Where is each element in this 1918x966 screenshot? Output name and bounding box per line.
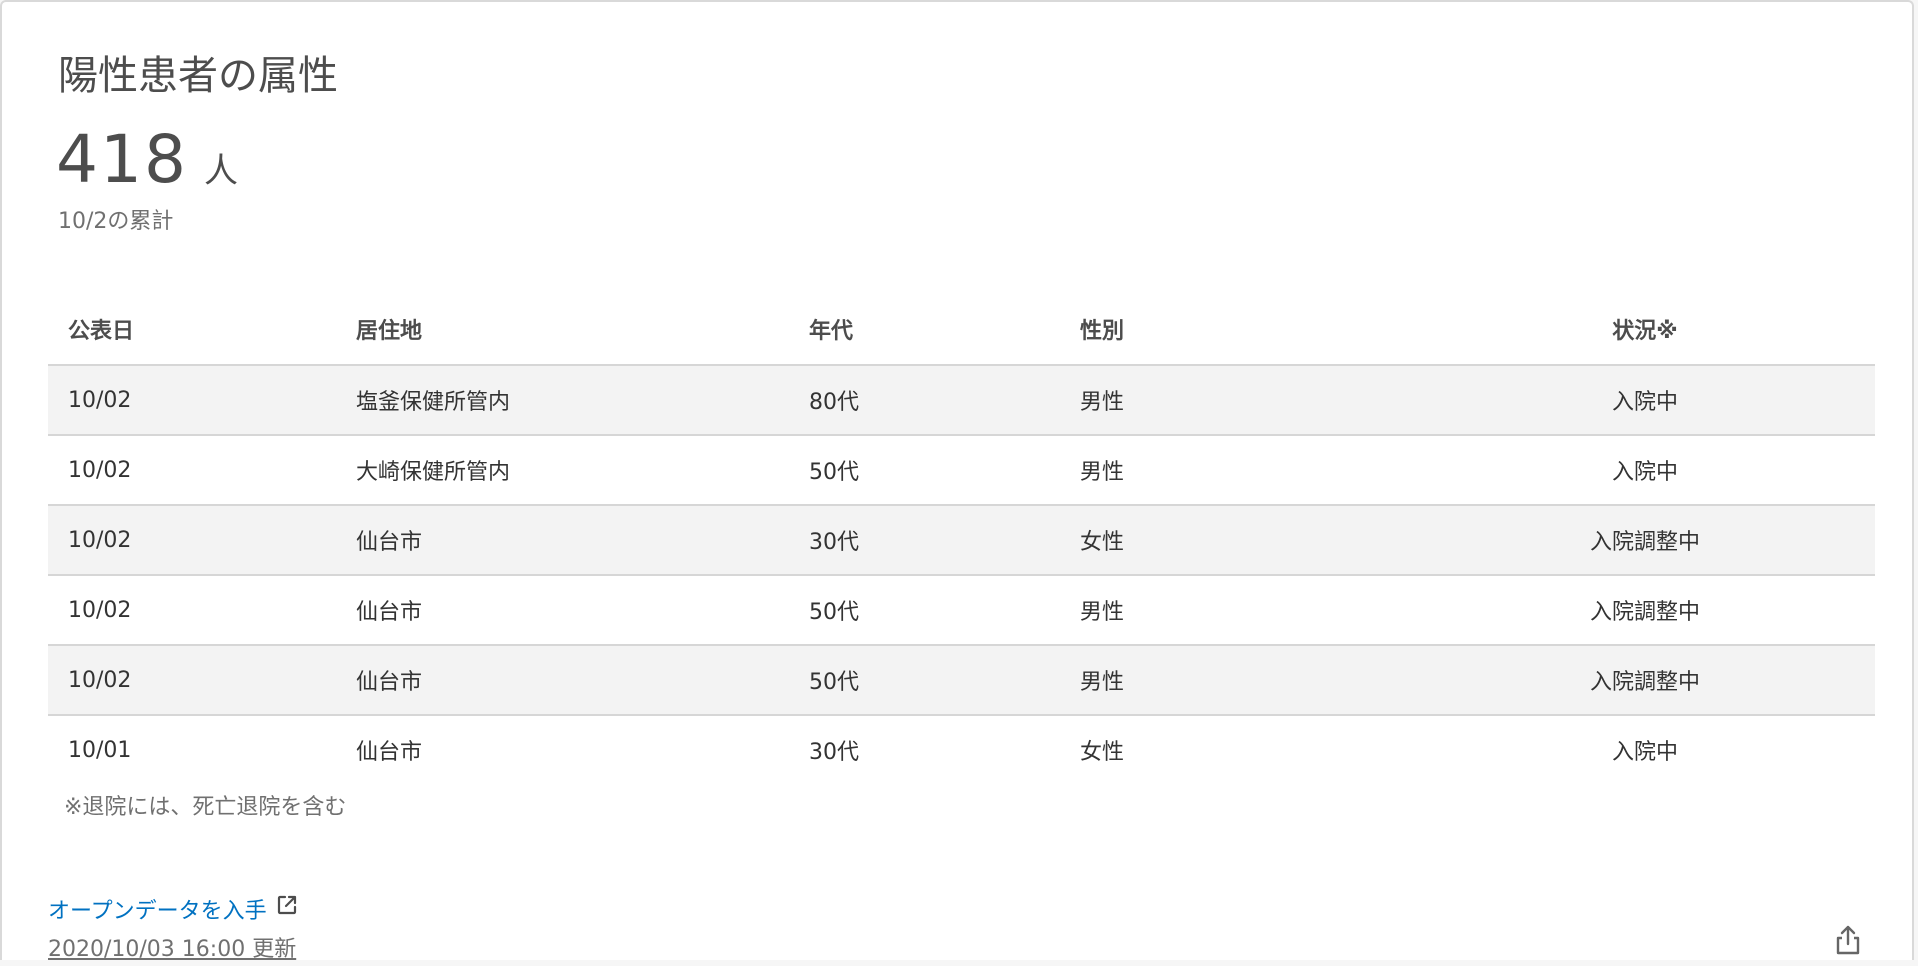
cell-status: 入院中	[1415, 365, 1875, 436]
cell-gender: 男性	[1080, 645, 1415, 716]
header-gender[interactable]: 性別	[1080, 294, 1415, 366]
card-title: 陽性患者の属性	[58, 53, 338, 99]
cell-residence: 仙台市	[356, 740, 423, 765]
header-date[interactable]: 公表日	[48, 294, 356, 366]
cell-status: 入院中	[1611, 740, 1678, 765]
total-count: 418 人	[56, 120, 238, 217]
header-residence[interactable]: 居住地	[356, 294, 809, 366]
cell-date: 10/01	[68, 737, 132, 763]
open-data-label: オープンデータを入手	[48, 899, 267, 924]
external-link-icon	[275, 893, 299, 927]
cell-status: 入院調整中	[1415, 505, 1875, 576]
table-header-row: 公表日 居住地 年代 性別 状況※	[48, 294, 1875, 366]
table-row: 10/01 仙台市 30代 女性 入院中	[48, 715, 1875, 784]
cell-residence: 塩釜保健所管内	[356, 365, 809, 436]
cell-gender: 女性	[1080, 505, 1415, 576]
cell-age: 50代	[809, 645, 1080, 716]
share-icon	[1833, 924, 1863, 960]
cell-age: 80代	[809, 365, 1080, 436]
total-date: 10/2の累計	[58, 209, 174, 234]
header-age[interactable]: 年代	[809, 294, 1080, 366]
cell-date: 10/02	[48, 365, 356, 436]
cell-age: 30代	[809, 740, 859, 765]
cell-date: 10/02	[48, 575, 356, 646]
cell-date: 10/02	[48, 505, 356, 576]
open-data-link[interactable]: オープンデータを入手	[48, 893, 299, 928]
table-row: 10/02 仙台市 30代 女性 入院調整中	[48, 505, 1875, 576]
total-number: 418	[56, 121, 188, 198]
cell-date: 10/02	[48, 435, 356, 506]
header-status[interactable]: 状況※	[1415, 294, 1875, 366]
cell-gender: 女性	[1080, 740, 1125, 765]
share-button[interactable]	[1830, 924, 1866, 960]
cell-gender: 男性	[1080, 575, 1415, 646]
patients-attributes-card: 陽性患者の属性 418 人 10/2の累計 公表日 居住地 年代 性別 状況※ 1…	[0, 0, 1914, 962]
cell-age: 50代	[809, 575, 1080, 646]
cell-residence: 仙台市	[356, 505, 809, 576]
cell-age: 50代	[809, 435, 1080, 506]
cell-residence: 仙台市	[356, 575, 809, 646]
total-unit: 人	[203, 151, 238, 191]
patients-table: 公表日 居住地 年代 性別 状況※ 10/02 塩釜保健所管内 80代 男性 入…	[48, 294, 1875, 784]
cell-date: 10/02	[48, 645, 356, 716]
cell-status: 入院調整中	[1415, 575, 1875, 646]
cell-age: 30代	[809, 505, 1080, 576]
cell-gender: 男性	[1080, 365, 1415, 436]
cell-residence: 大崎保健所管内	[356, 435, 809, 506]
cell-status: 入院調整中	[1415, 645, 1875, 716]
cell-gender: 男性	[1080, 435, 1415, 506]
table-row: 10/02 仙台市 50代 男性 入院調整中	[48, 645, 1875, 716]
table-row: 10/02 塩釜保健所管内 80代 男性 入院中	[48, 365, 1875, 436]
table-row: 10/02 仙台市 50代 男性 入院調整中	[48, 575, 1875, 646]
cell-residence: 仙台市	[356, 645, 809, 716]
status-footnote: ※退院には、死亡退院を含む	[64, 795, 347, 820]
table-row: 10/02 大崎保健所管内 50代 男性 入院中	[48, 435, 1875, 506]
cell-status: 入院中	[1415, 435, 1875, 506]
last-updated: 2020/10/03 16:00 更新	[48, 937, 297, 962]
